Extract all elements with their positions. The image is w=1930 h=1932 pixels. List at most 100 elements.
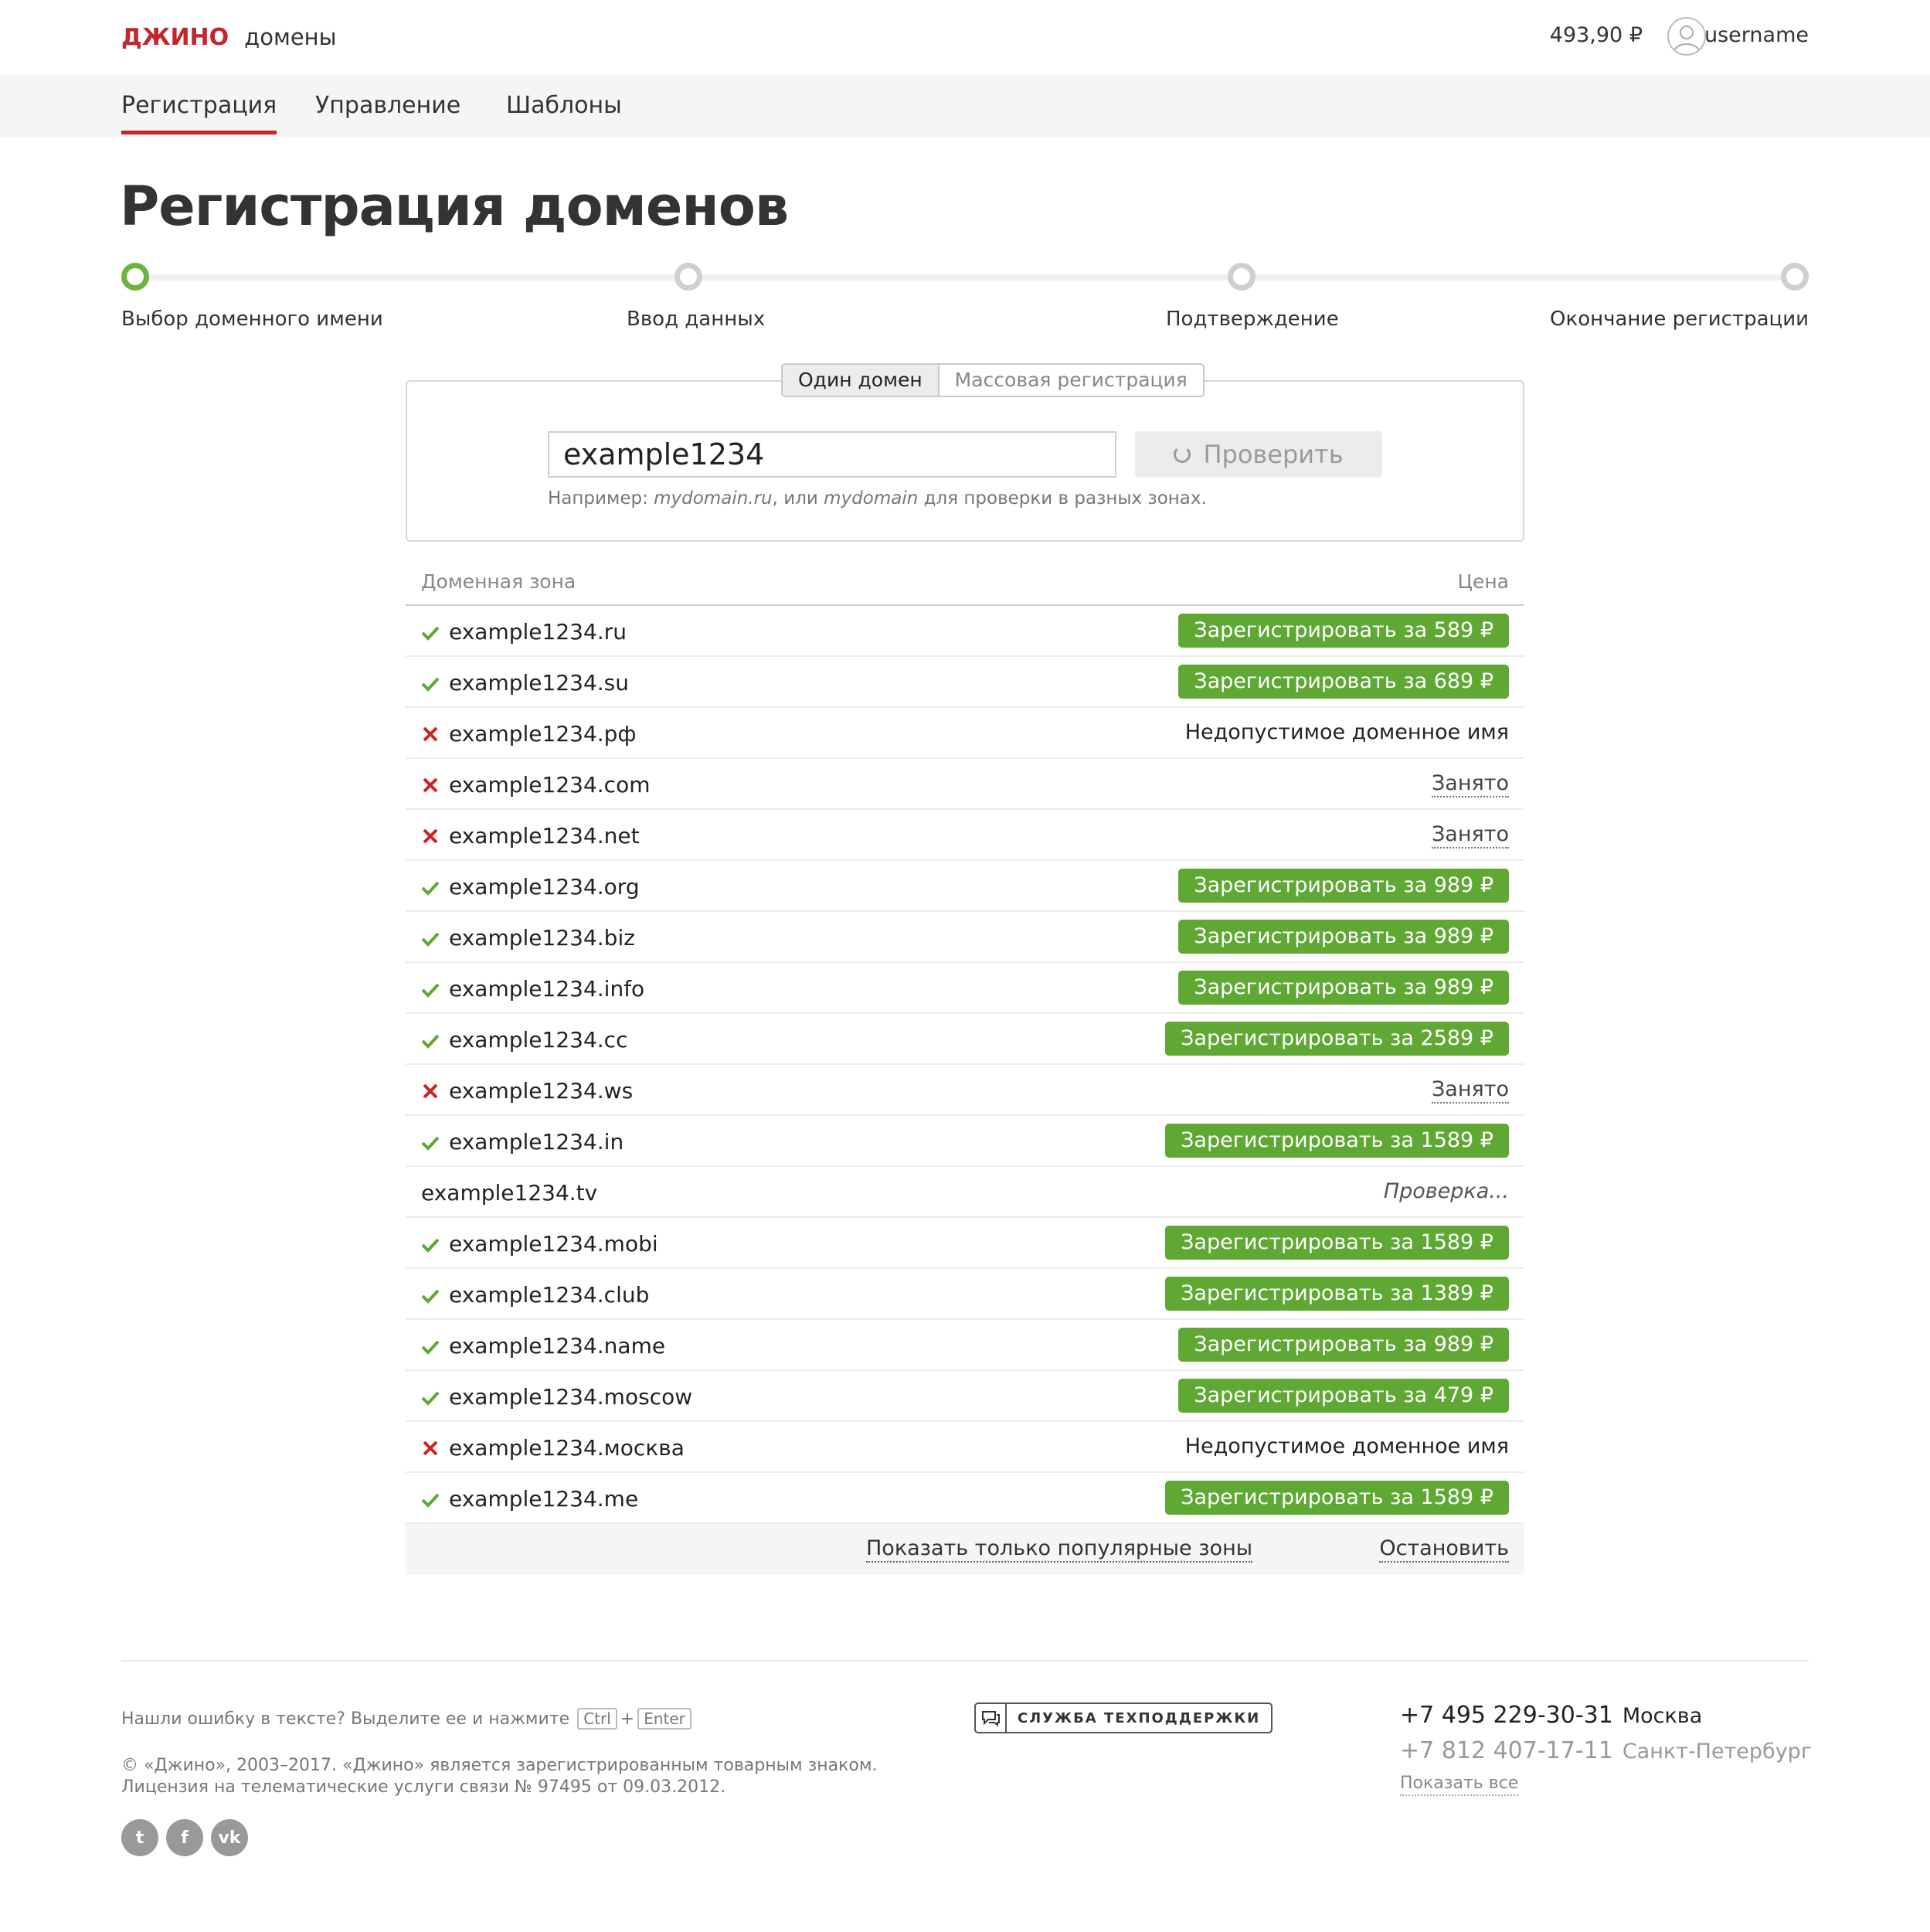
loading-spinner-icon (1174, 446, 1191, 463)
hint-example-2: mydomain (824, 488, 919, 509)
row-action: Зарегистрировать за 479 ₽ (1178, 1379, 1509, 1413)
mode-bulk-registration[interactable]: Массовая регистрация (940, 365, 1203, 396)
phone-spb-number: +7 812 407-17-11 (1400, 1737, 1613, 1764)
hint-example-1: mydomain.ru (654, 488, 773, 509)
check-icon (421, 980, 440, 998)
register-button[interactable]: Зарегистрировать за 989 ₽ (1178, 1328, 1509, 1362)
row-action: Проверка... (1384, 1175, 1509, 1203)
check-icon (421, 929, 440, 947)
cross-icon (421, 827, 440, 845)
pending-status: Проверка... (1383, 1179, 1509, 1203)
ctrl-key: Ctrl (577, 1708, 617, 1730)
tab-registration[interactable]: Регистрация (121, 92, 277, 134)
domain-name: example1234.москва (449, 1435, 685, 1461)
step-1-dot (121, 263, 149, 291)
register-button[interactable]: Зарегистрировать за 479 ₽ (1178, 1379, 1509, 1413)
col-price: Цена (1457, 570, 1509, 593)
taken-link[interactable]: Занято (1432, 1077, 1509, 1104)
check-icon (421, 1388, 440, 1406)
vk-icon[interactable]: vk (211, 1819, 248, 1856)
step-4-label: Окончание регистрации (1550, 308, 1809, 331)
top-bar: ДЖИНО домены 493,90 ₽ username (0, 0, 1930, 75)
domain-name: example1234.info (449, 976, 645, 1002)
step-2-label: Ввод данных (627, 308, 766, 331)
domain-name: example1234.in (449, 1129, 624, 1155)
table-row: example1234.ws Занято (406, 1065, 1524, 1116)
table-row: example1234.su Зарегистрировать за 689 ₽ (406, 657, 1524, 708)
account-balance[interactable]: 493,90 ₽ (1550, 23, 1643, 47)
tab-management[interactable]: Управление (315, 92, 460, 119)
domain-name: example1234.name (449, 1333, 666, 1359)
hint-suffix: для проверки в разных зонах. (918, 488, 1207, 509)
table-row: example1234.name Зарегистрировать за 989 … (406, 1320, 1524, 1371)
results-header: Доменная зона Цена (406, 560, 1524, 606)
row-action: Недопустимое доменное имя (1185, 1430, 1509, 1458)
stop-link[interactable]: Остановить (1379, 1536, 1509, 1563)
table-row: example1234.org Зарегистрировать за 989 ₽ (406, 861, 1524, 912)
row-action: Зарегистрировать за 989 ₽ (1178, 1328, 1509, 1362)
table-row: example1234.ru Зарегистрировать за 589 ₽ (406, 606, 1524, 657)
support-button[interactable]: СЛУЖБА ТЕХПОДДЕРЖКИ (974, 1702, 1273, 1733)
domain-name: example1234.com (449, 772, 651, 798)
username[interactable]: username (1704, 23, 1809, 47)
table-row: example1234.москва Недопустимое доменное … (406, 1422, 1524, 1473)
register-button[interactable]: Зарегистрировать за 1589 ₽ (1165, 1124, 1509, 1158)
check-icon (421, 878, 440, 896)
table-row: example1234.рф Недопустимое доменное имя (406, 708, 1524, 759)
register-button[interactable]: Зарегистрировать за 589 ₽ (1178, 614, 1509, 648)
taken-link[interactable]: Занято (1432, 822, 1509, 849)
show-popular-link[interactable]: Показать только популярные зоны (866, 1536, 1253, 1563)
register-button[interactable]: Зарегистрировать за 689 ₽ (1178, 665, 1509, 699)
check-icon (421, 1490, 440, 1509)
row-action: Зарегистрировать за 1389 ₽ (1165, 1277, 1509, 1311)
step-3-dot (1228, 263, 1256, 291)
row-action: Зарегистрировать за 589 ₽ (1178, 614, 1509, 648)
results-footer: Показать только популярные зоны Останови… (406, 1524, 1524, 1575)
check-icon (421, 1133, 440, 1151)
enter-key: Enter (637, 1708, 691, 1730)
register-button[interactable]: Зарегистрировать за 1389 ₽ (1165, 1277, 1509, 1311)
logo[interactable]: ДЖИНО домены (121, 22, 337, 53)
chat-icon (976, 1704, 1007, 1732)
logo-subtitle: домены (244, 24, 337, 50)
user-avatar-icon[interactable] (1667, 17, 1706, 56)
register-button[interactable]: Зарегистрировать за 2589 ₽ (1165, 1022, 1509, 1056)
domain-name: example1234.cc (449, 1027, 628, 1053)
step-3-label: Подтверждение (1166, 308, 1339, 331)
facebook-icon[interactable]: f (166, 1819, 203, 1856)
col-domain-zone: Доменная зона (421, 570, 576, 593)
check-icon (421, 1235, 440, 1253)
step-1-label: Выбор доменного имени (121, 308, 383, 331)
register-button[interactable]: Зарегистрировать за 989 ₽ (1178, 971, 1509, 1005)
register-button[interactable]: Зарегистрировать за 1589 ₽ (1165, 1481, 1509, 1515)
tab-templates[interactable]: Шаблоны (506, 92, 622, 119)
phone-spb[interactable]: +7 812 407-17-11 Санкт-Петербург (1400, 1737, 1812, 1764)
twitter-icon[interactable]: t (121, 1819, 158, 1856)
taken-link[interactable]: Занято (1432, 771, 1509, 798)
table-row: example1234.mobi Зарегистрировать за 1589… (406, 1218, 1524, 1269)
logo-mark: ДЖИНО (121, 23, 229, 51)
steps-progress-line (135, 274, 1795, 281)
show-all-phones-link[interactable]: Показать все (1400, 1773, 1519, 1796)
row-action: Занято (1432, 1073, 1509, 1104)
domain-name: example1234.net (449, 823, 640, 849)
register-button[interactable]: Зарегистрировать за 1589 ₽ (1165, 1226, 1509, 1260)
register-button[interactable]: Зарегистрировать за 989 ₽ (1178, 920, 1509, 954)
check-icon (421, 1337, 440, 1355)
search-mode-switch: Один домен Массовая регистрация (781, 363, 1205, 397)
cross-icon (421, 776, 440, 794)
domain-name: example1234.tv (421, 1180, 598, 1206)
register-button[interactable]: Зарегистрировать за 989 ₽ (1178, 869, 1509, 903)
invalid-status: Недопустимое доменное имя (1184, 720, 1509, 744)
phone-moscow[interactable]: +7 495 229-30-31 Москва (1400, 1702, 1702, 1729)
mode-single-domain[interactable]: Один домен (783, 365, 940, 396)
domain-name: example1234.ws (449, 1078, 634, 1104)
row-action: Зарегистрировать за 689 ₽ (1178, 665, 1509, 699)
invalid-status: Недопустимое доменное имя (1184, 1434, 1509, 1458)
domain-search-input[interactable] (548, 431, 1116, 478)
table-row: example1234.cc Зарегистрировать за 2589 ₽ (406, 1014, 1524, 1065)
check-button[interactable]: Проверить (1135, 431, 1382, 478)
search-hint: Например: mydomain.ru, или mydomain для … (548, 488, 1207, 509)
domain-name: example1234.su (449, 670, 630, 696)
table-row: example1234.tv Проверка... (406, 1167, 1524, 1218)
